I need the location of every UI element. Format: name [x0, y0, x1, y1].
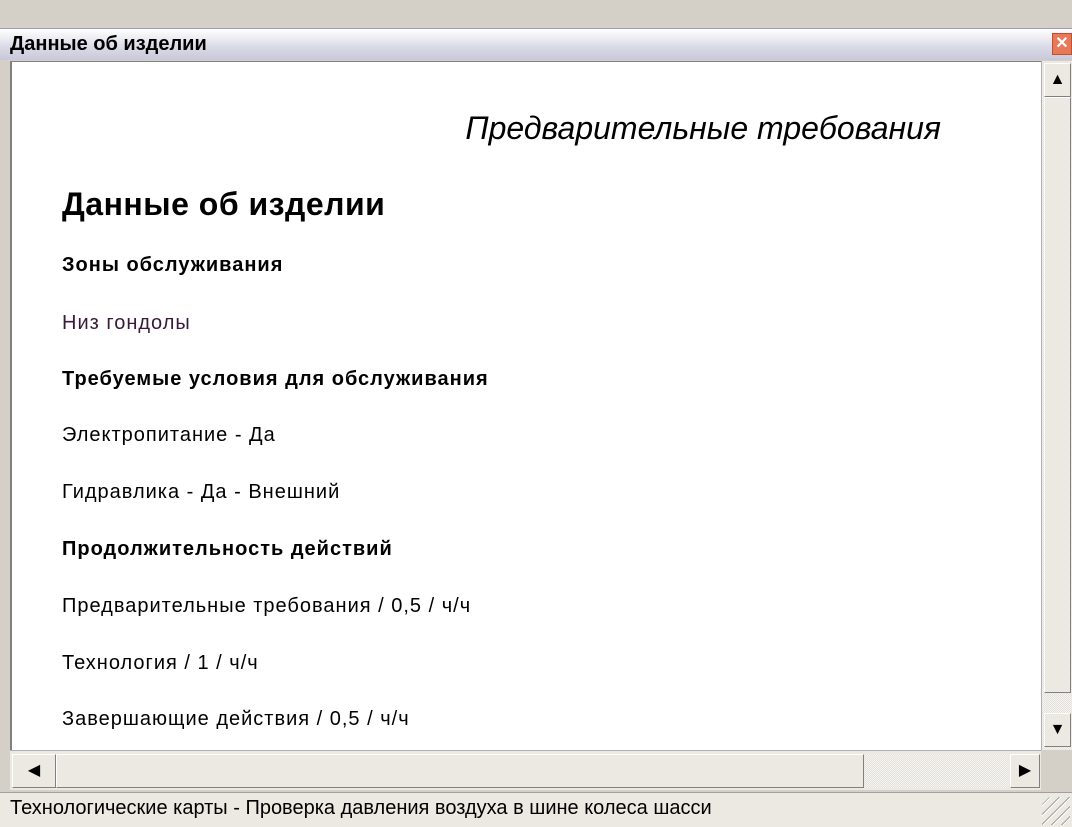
- horizontal-scrollbar[interactable]: ◀ ▶: [10, 750, 1041, 790]
- scroll-right-button[interactable]: ▶: [1010, 754, 1040, 788]
- title-bar[interactable]: Данные об изделии ✕: [0, 28, 1072, 60]
- section-title: Предварительные требования: [465, 110, 941, 146]
- scrollbar-corner: [1041, 750, 1072, 790]
- resize-grip-icon[interactable]: [1042, 797, 1070, 825]
- row-duration-prereq: Предварительные требования / 0,5 / ч/ч: [62, 595, 472, 617]
- window: Данные об изделии ✕ Предварительные треб…: [0, 0, 1072, 827]
- status-text: Технологические карты - Проверка давлени…: [10, 797, 712, 819]
- page-heading: Данные об изделии: [62, 186, 386, 222]
- arrow-up-icon: ▲: [1049, 71, 1066, 88]
- row-duration-label: Продолжительность действий: [62, 538, 393, 560]
- arrow-down-icon: ▼: [1049, 721, 1066, 738]
- horizontal-scroll-track[interactable]: [864, 754, 1010, 788]
- window-title: Данные об изделии: [10, 33, 207, 55]
- row-power: Электропитание - Да: [62, 424, 276, 446]
- row-conditions-label: Требуемые условия для обслуживания: [62, 368, 489, 390]
- row-hydraulics: Гидравлика - Да - Внешний: [62, 481, 341, 503]
- document-pane[interactable]: Предварительные требования Данные об изд…: [10, 61, 1041, 750]
- scroll-left-button[interactable]: ◀: [12, 754, 56, 788]
- vertical-scrollbar[interactable]: ▲ ▼: [1041, 61, 1072, 757]
- arrow-right-icon: ▶: [1018, 762, 1032, 779]
- row-duration-technology: Технология / 1 / ч/ч: [62, 652, 259, 674]
- arrow-left-icon: ◀: [27, 762, 41, 779]
- status-bar: Технологические карты - Проверка давлени…: [0, 792, 1072, 827]
- scroll-down-button[interactable]: ▼: [1044, 713, 1071, 747]
- row-duration-closeout: Завершающие действия / 0,5 / ч/ч: [62, 708, 410, 730]
- horizontal-scroll-thumb[interactable]: [56, 754, 864, 788]
- close-button[interactable]: ✕: [1052, 33, 1072, 55]
- row-service-zone-value: Низ гондолы: [62, 312, 191, 334]
- close-icon: ✕: [1055, 35, 1069, 52]
- row-service-zones-label: Зоны обслуживания: [62, 254, 284, 276]
- scroll-up-button[interactable]: ▲: [1044, 63, 1071, 97]
- vertical-scroll-thumb[interactable]: [1044, 97, 1071, 693]
